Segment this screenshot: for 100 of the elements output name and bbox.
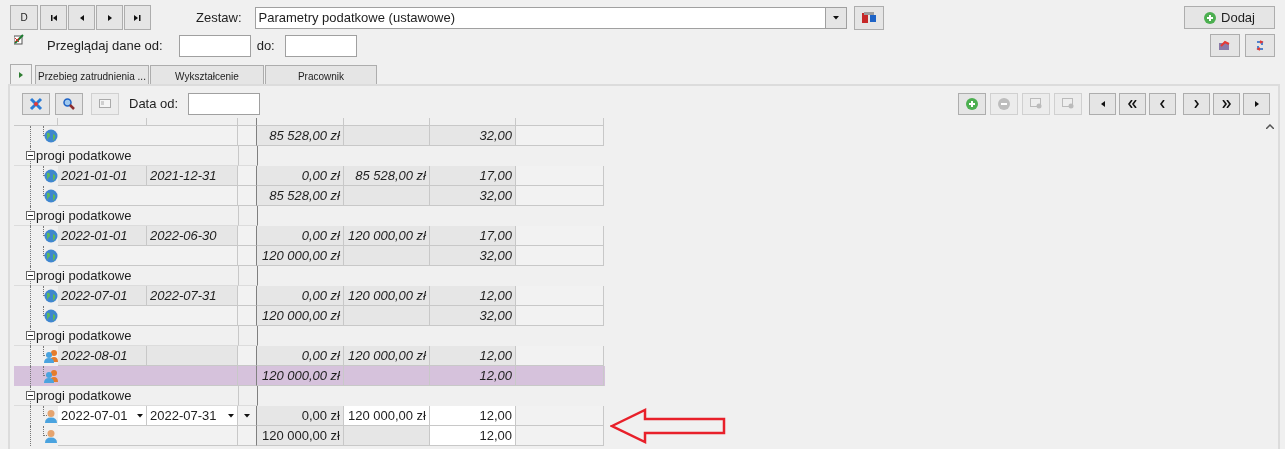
amount-cell: 120 000,00 zł [344,226,430,246]
rate-cell: 12,00 [430,286,516,306]
amount-cell: 0,00 zł [257,286,344,306]
group-label: progi podatkowe [36,266,132,285]
rate-cell: 32,00 [430,306,516,326]
people-icon [44,349,58,363]
date-to-field[interactable] [284,34,357,57]
tools-button[interactable] [22,92,50,115]
date-cell: 2022-07-01 [58,406,147,426]
table-cell [238,226,257,246]
globe-icon [44,129,58,143]
rate-cell: 32,00 [430,126,516,146]
collapse-icon[interactable] [26,391,35,400]
document-icon [1030,98,1042,109]
table-cell [238,366,257,386]
last-button[interactable] [124,5,151,30]
chevron-left-icon [1160,99,1165,108]
last-icon [134,13,141,22]
set-value: Parametry podatkowe (ustawowe) [257,8,457,27]
set-options-button[interactable] [853,5,884,30]
page-back-button[interactable] [1119,92,1146,115]
collapse-icon[interactable] [26,151,35,160]
group-label: progi podatkowe [36,386,132,405]
tab[interactable]: Wykształcenie [150,65,264,86]
tab[interactable]: Pracownik [265,65,377,86]
chart-export-icon [1219,40,1231,51]
amount-cell: 0,00 zł [257,166,344,186]
collapse-icon[interactable] [26,271,35,280]
flowchart-icon [861,11,876,24]
globe-icon [44,249,58,263]
chevron-right-icon [1194,99,1199,108]
date-label: Data od: [129,94,179,113]
edit-icon [14,34,24,45]
previous-icon [78,13,85,22]
page-forward-button[interactable] [1213,92,1240,115]
add-button[interactable]: Dodaj [1184,6,1275,29]
double-chevron-left-icon [1128,99,1137,108]
set-dropdown[interactable]: Parametry podatkowe (ustawowe) [254,6,847,29]
search-button[interactable] [55,92,83,115]
date-from-label: Przeglądaj dane od: [47,36,163,55]
set-label: Zestaw: [196,8,242,27]
next-icon [106,13,113,22]
table-cell [238,286,257,306]
card-button[interactable] [91,92,119,115]
expand-button[interactable] [10,64,32,86]
table-cell [238,166,257,186]
caret-icon[interactable] [228,413,234,418]
amount-cell: 120 000,00 zł [257,366,344,386]
document-icon [1062,98,1074,109]
date-to-label: do: [256,36,275,55]
amount-cell: 120 000,00 zł [344,346,430,366]
date-cell: 2022-07-31 [147,406,238,426]
refresh-icon [1255,40,1265,51]
card-icon [99,99,111,108]
caret-icon [832,15,839,20]
first-button[interactable] [40,5,67,30]
caret-icon[interactable] [137,413,143,418]
people-icon [44,369,58,383]
rate-cell: 12,00 [430,366,516,386]
date-cell: 2021-01-01 [58,166,147,186]
refresh-button[interactable] [1245,34,1275,57]
plus-icon [966,97,978,110]
group-label: progi podatkowe [36,146,132,165]
rate-cell: 32,00 [430,246,516,266]
table-cell [238,246,257,266]
amount-cell: 0,00 zł [257,226,344,246]
amount-cell: 120 000,00 zł [257,306,344,326]
export-button[interactable] [1210,34,1240,57]
add-row-button[interactable] [958,92,986,115]
date-from-field[interactable] [178,34,251,57]
globe-icon [44,289,58,303]
date-cell: 2022-06-30 [147,226,238,246]
search-icon [63,97,75,110]
forward-button[interactable] [1183,92,1210,115]
collapse-icon[interactable] [26,211,35,220]
date-cell: 2022-01-01 [58,226,147,246]
amount-cell: 85 528,00 zł [257,126,344,146]
right-triangle-icon [1253,99,1260,108]
record-button[interactable]: D [10,5,38,30]
rate-cell: 12,00 [430,426,516,446]
person-icon [44,409,58,423]
tab[interactable]: Przebieg zatrudnienia ... [35,65,149,86]
caret-icon[interactable] [244,413,250,418]
minus-icon [998,97,1010,110]
scroll-up-icon[interactable] [1265,124,1274,129]
globe-icon [44,169,58,183]
selected-row[interactable]: 120 000,00 zł 12,00 [14,366,605,386]
amount-cell: 0,00 zł [257,406,344,426]
play-icon [19,72,23,78]
back-button[interactable] [1149,92,1176,115]
amount-cell: 0,00 zł [257,346,344,366]
table-cell [238,186,257,206]
tools-icon [29,96,43,111]
date-field[interactable] [188,92,261,115]
amount-cell: 85 528,00 zł [257,186,344,206]
left-triangle-icon [1099,99,1106,108]
rate-cell: 17,00 [430,166,516,186]
rate-cell: 12,00 [430,346,516,366]
collapse-icon[interactable] [26,331,35,340]
date-cell: 2022-07-31 [147,286,238,306]
